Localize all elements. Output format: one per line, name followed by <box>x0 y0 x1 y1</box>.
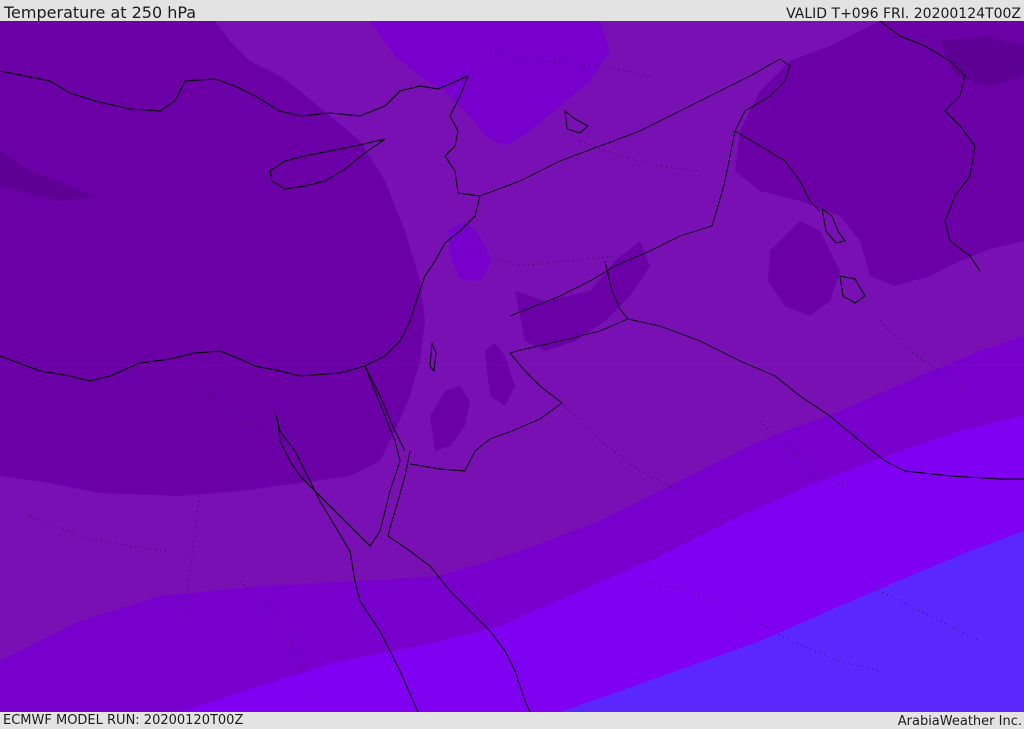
header-bar: Temperature at 250 hPa VALID T+096 FRI. … <box>0 0 1024 22</box>
footer-bar: ECMWF MODEL RUN: 20200120T00Z ArabiaWeat… <box>0 712 1024 729</box>
model-run-label: ECMWF MODEL RUN: 20200120T00Z <box>3 713 244 728</box>
map-canvas <box>0 21 1024 712</box>
credit-label: ArabiaWeather Inc. <box>897 714 1022 729</box>
map-title: Temperature at 250 hPa <box>4 3 197 22</box>
temperature-map <box>0 21 1024 712</box>
weather-map-frame: Temperature at 250 hPa VALID T+096 FRI. … <box>0 0 1024 729</box>
